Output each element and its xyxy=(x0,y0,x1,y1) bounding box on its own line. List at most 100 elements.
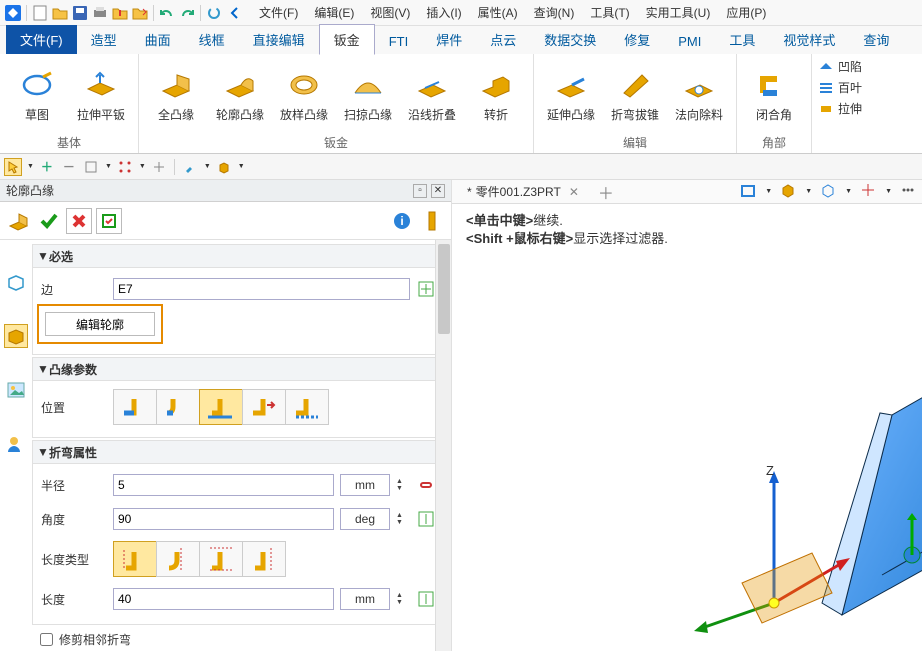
tab-fti[interactable]: FTI xyxy=(375,29,423,54)
radius-input[interactable] xyxy=(113,474,334,496)
position-opt-3[interactable] xyxy=(199,389,243,425)
tab-query[interactable]: 查询 xyxy=(849,25,903,54)
panel-scrollbar[interactable] xyxy=(435,240,451,651)
pick-icon[interactable] xyxy=(416,279,436,299)
export-icon[interactable] xyxy=(131,4,149,22)
length-spinner[interactable]: ▲▼ xyxy=(396,592,410,606)
tab-pointcloud[interactable]: 点云 xyxy=(476,25,530,54)
lengthtype-opt-3[interactable] xyxy=(199,541,243,577)
pointer-tool-icon[interactable] xyxy=(4,158,22,176)
feature-icon[interactable] xyxy=(6,208,32,234)
refresh-icon[interactable] xyxy=(205,4,223,22)
trim-adjacent-checkbox[interactable] xyxy=(40,633,53,646)
length-pick-icon[interactable] xyxy=(416,589,436,609)
menu-apps[interactable]: 应用(P) xyxy=(720,2,772,23)
tab-sheetmetal[interactable]: 钣金 xyxy=(319,24,375,55)
chevron-down-icon[interactable]: ▼ xyxy=(139,163,146,170)
info-icon[interactable]: i xyxy=(389,208,415,234)
grid-tool-icon[interactable] xyxy=(116,158,134,176)
vp-more-icon[interactable] xyxy=(900,182,916,201)
tab-modeling[interactable]: 造型 xyxy=(77,25,131,54)
normal-cut-button[interactable]: 法向除料 xyxy=(670,66,728,125)
tab-close-icon[interactable]: ✕ xyxy=(569,185,579,199)
sketch-button[interactable]: 草图 xyxy=(8,66,66,125)
contour-flange-button[interactable]: 轮廓凸缘 xyxy=(211,66,269,125)
vp-view-icon[interactable] xyxy=(740,182,756,201)
panel-close-icon[interactable]: ✕ xyxy=(431,184,445,198)
position-opt-5[interactable] xyxy=(285,389,329,425)
cube-tool-icon[interactable] xyxy=(215,158,233,176)
lengthtype-opt-4[interactable] xyxy=(242,541,286,577)
angle-spinner[interactable]: ▲▼ xyxy=(396,512,410,526)
tab-file[interactable]: 文件(F) xyxy=(6,25,77,54)
cancel-button[interactable] xyxy=(66,208,92,234)
chevron-down-icon[interactable]: ▼ xyxy=(27,163,34,170)
vp-wire-icon[interactable] xyxy=(820,182,836,201)
extrude-tab-button[interactable]: 拉伸平钣 xyxy=(72,66,130,125)
brush-tool-icon[interactable] xyxy=(181,158,199,176)
angle-pick-icon[interactable] xyxy=(416,509,436,529)
remove-icon[interactable]: － xyxy=(60,158,78,176)
chevron-down-icon[interactable]: ▼ xyxy=(105,163,112,170)
swept-flange-button[interactable]: 扫掠凸缘 xyxy=(339,66,397,125)
chevron-down-icon[interactable]: ▼ xyxy=(845,188,852,195)
edge-fold-button[interactable]: 沿线折叠 xyxy=(403,66,461,125)
lengthtype-opt-1[interactable] xyxy=(113,541,157,577)
back-arrow-icon[interactable] xyxy=(225,4,243,22)
tab-repair[interactable]: 修复 xyxy=(610,25,664,54)
expand-bar-icon[interactable] xyxy=(419,208,445,234)
section-bend-header[interactable]: ▼ 折弯属性 xyxy=(32,440,441,464)
menu-edit[interactable]: 编辑(E) xyxy=(308,2,360,23)
louver-button[interactable]: 百叶 xyxy=(818,79,862,96)
angle-input[interactable] xyxy=(113,508,334,530)
tab-visualstyle[interactable]: 视觉样式 xyxy=(769,25,849,54)
new-icon[interactable] xyxy=(31,4,49,22)
closed-corner-button[interactable]: 闭合角 xyxy=(745,66,803,125)
chevron-down-icon[interactable]: ▼ xyxy=(204,163,211,170)
lofted-flange-button[interactable]: 放样凸缘 xyxy=(275,66,333,125)
tab-dataexchange[interactable]: 数据交换 xyxy=(530,25,610,54)
vp-axis-icon[interactable] xyxy=(860,182,876,201)
edit-profile-button[interactable]: 编辑轮廓 xyxy=(45,312,155,336)
radius-unit[interactable]: mm xyxy=(340,474,390,496)
tab-tool[interactable]: 工具 xyxy=(715,25,769,54)
chevron-down-icon[interactable]: ▼ xyxy=(765,188,772,195)
panel-dock-icon[interactable]: ▫ xyxy=(413,184,427,198)
bend-taper-button[interactable]: 折弯拔锥 xyxy=(606,66,664,125)
position-opt-1[interactable] xyxy=(113,389,157,425)
section-flange-header[interactable]: ▼ 凸缘参数 xyxy=(32,357,441,381)
menu-query[interactable]: 查询(N) xyxy=(528,2,581,23)
menu-attribute[interactable]: 属性(A) xyxy=(472,2,524,23)
apply-button[interactable] xyxy=(96,208,122,234)
jog-button[interactable]: 转折 xyxy=(467,66,525,125)
menu-file[interactable]: 文件(F) xyxy=(253,2,304,23)
tab-surface[interactable]: 曲面 xyxy=(131,25,185,54)
chevron-down-icon[interactable]: ▼ xyxy=(805,188,812,195)
extend-flange-button[interactable]: 延伸凸缘 xyxy=(542,66,600,125)
chevron-down-icon[interactable]: ▼ xyxy=(885,188,892,195)
menu-utilities[interactable]: 实用工具(U) xyxy=(640,2,717,23)
open-icon[interactable] xyxy=(51,4,69,22)
rail-user-icon[interactable] xyxy=(4,432,28,456)
save-icon[interactable] xyxy=(71,4,89,22)
document-tab[interactable]: * 零件001.Z3PRT ✕ xyxy=(460,180,586,203)
viewport-canvas[interactable]: <单击中键>继续. <Shift +鼠标右键>显示选择过滤器. 9 5 xyxy=(452,204,922,651)
rail-cube2-icon[interactable] xyxy=(4,324,28,348)
section-required-header[interactable]: ▼ 必选 xyxy=(32,244,441,268)
import-icon[interactable] xyxy=(111,4,129,22)
length-input[interactable] xyxy=(113,588,334,610)
toggle-icon[interactable] xyxy=(82,158,100,176)
chevron-down-icon[interactable]: ▼ xyxy=(238,163,245,170)
rail-picture-icon[interactable] xyxy=(4,378,28,402)
tab-directedit[interactable]: 直接编辑 xyxy=(239,25,319,54)
lengthtype-opt-2[interactable] xyxy=(156,541,200,577)
menu-view[interactable]: 视图(V) xyxy=(364,2,416,23)
add-icon[interactable]: ＋ xyxy=(38,158,56,176)
full-flange-button[interactable]: 全凸缘 xyxy=(147,66,205,125)
radius-link-icon[interactable] xyxy=(416,475,436,495)
undo-icon[interactable] xyxy=(158,4,176,22)
dimple-button[interactable]: 凹陷 xyxy=(818,58,862,75)
ok-button[interactable] xyxy=(36,208,62,234)
angle-unit[interactable]: deg xyxy=(340,508,390,530)
new-tab-icon[interactable]: ＋ xyxy=(592,180,620,204)
